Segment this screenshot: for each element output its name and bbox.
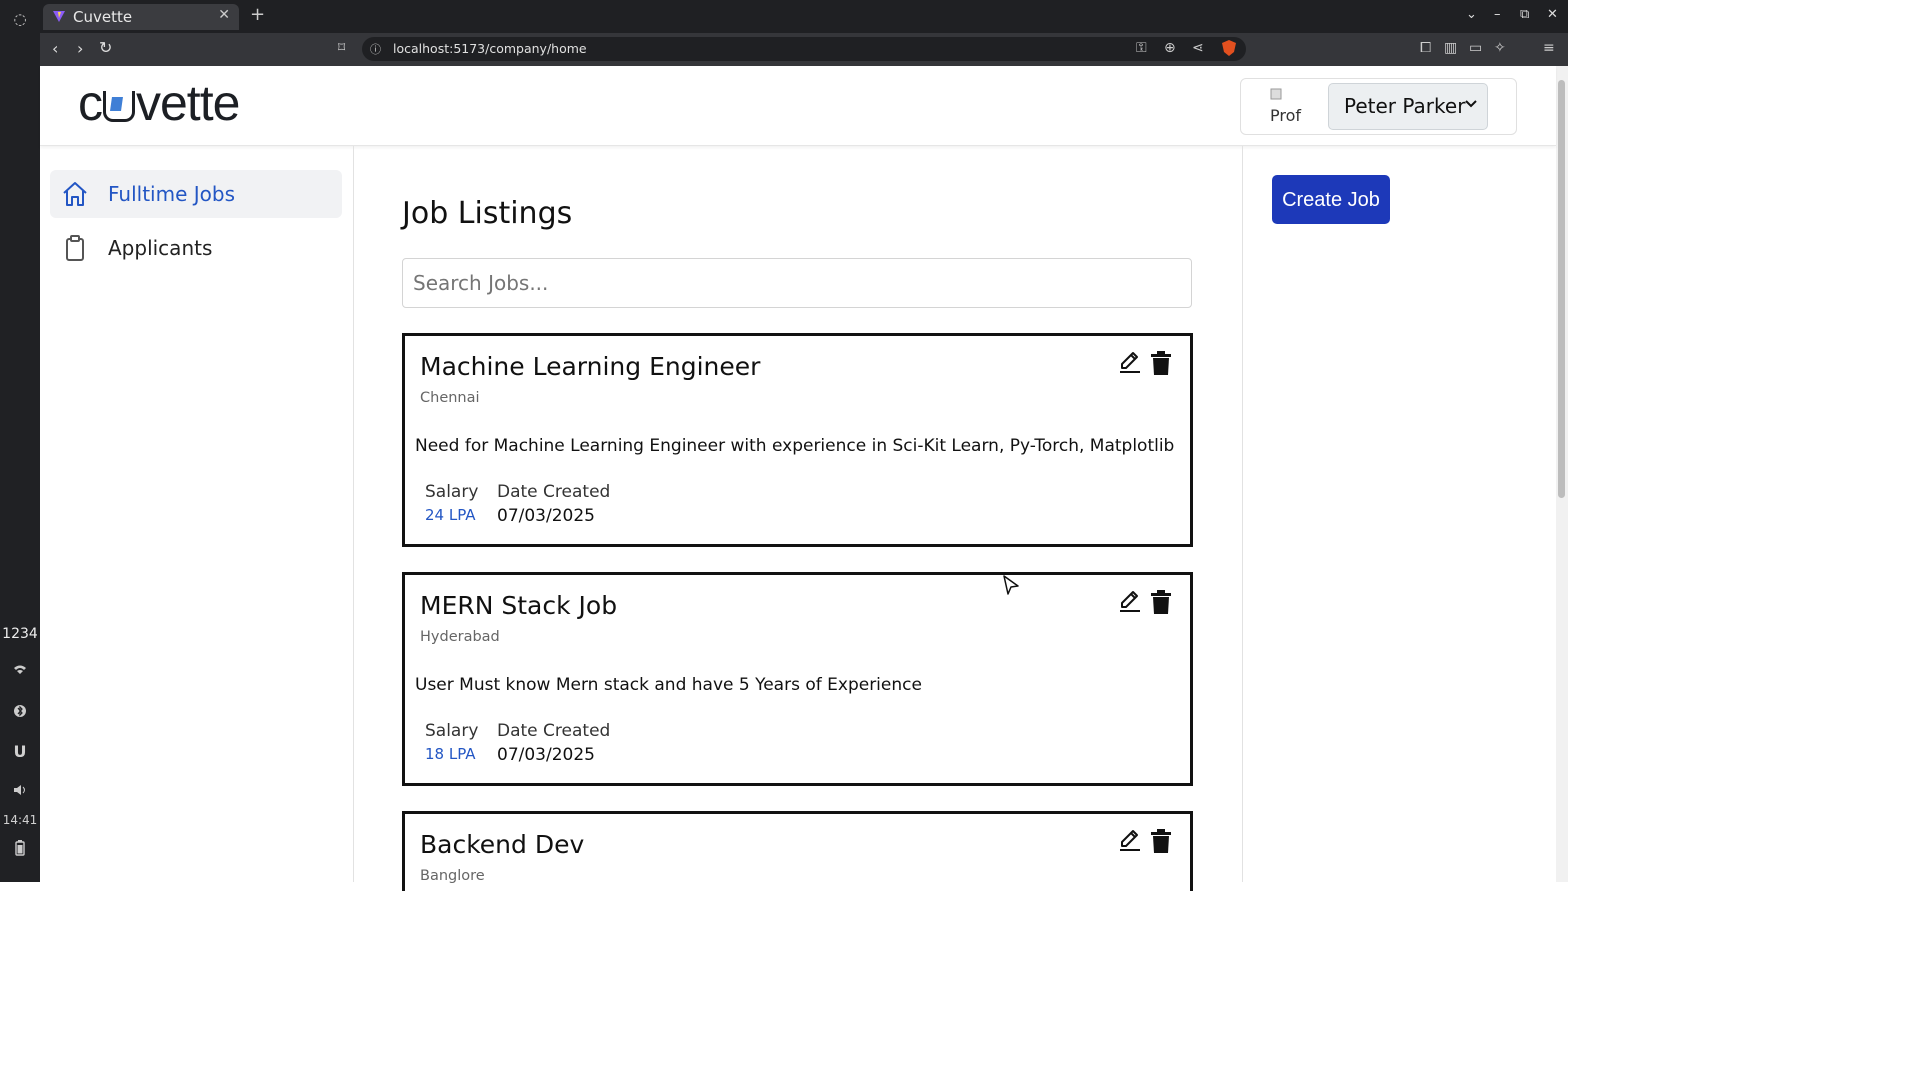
- page-title: Job Listings: [402, 196, 573, 231]
- wallet-icon[interactable]: ▭: [1469, 40, 1482, 56]
- job-title: Backend Dev: [420, 830, 585, 859]
- close-window-icon[interactable]: ✕: [1547, 7, 1558, 22]
- os-menu-icon[interactable]: ◌: [0, 10, 40, 28]
- extensions-icon[interactable]: ⧠: [1420, 40, 1431, 56]
- salary-value: 18 LPA: [425, 745, 476, 763]
- salary-label: Salary: [425, 721, 479, 741]
- date-label: Date Created: [497, 482, 611, 502]
- site-info-icon[interactable]: ⓘ: [370, 41, 381, 57]
- url-text[interactable]: localhost:5173/company/home: [393, 41, 587, 56]
- user-name: Peter Parker: [1344, 94, 1466, 118]
- leo-ai-icon[interactable]: ✧: [1494, 40, 1506, 56]
- job-card: Backend Dev Banglore: [402, 811, 1193, 891]
- home-icon: [63, 182, 87, 206]
- sidebar-item-label: Fulltime Jobs: [108, 182, 235, 206]
- vpn-icon[interactable]: U: [0, 742, 40, 761]
- chevron-down-icon: [1465, 96, 1477, 112]
- tab-title: Cuvette: [73, 8, 133, 26]
- forward-icon[interactable]: ›: [77, 39, 83, 58]
- sidebar-toggle-icon[interactable]: ▥: [1444, 40, 1457, 56]
- user-select[interactable]: Peter Parker: [1328, 83, 1488, 130]
- job-description: User Must know Mern stack and have 5 Yea…: [415, 675, 922, 695]
- edit-icon[interactable]: [1118, 350, 1142, 374]
- job-title: Machine Learning Engineer: [420, 352, 761, 381]
- vite-favicon-icon: [53, 11, 65, 22]
- restore-icon[interactable]: ⧉: [1520, 7, 1529, 22]
- scrollbar-thumb[interactable]: [1558, 80, 1565, 498]
- job-title: MERN Stack Job: [420, 591, 618, 620]
- trash-icon[interactable]: [1149, 589, 1173, 615]
- new-tab-icon[interactable]: +: [250, 4, 265, 25]
- salary-value: 24 LPA: [425, 506, 476, 524]
- back-icon[interactable]: ‹: [52, 39, 58, 58]
- brave-shield-icon[interactable]: [1222, 40, 1236, 60]
- os-taskbar: ◌ 1234 U 14:41: [0, 0, 40, 882]
- job-card: MERN Stack Job Hyderabad User Must know …: [402, 572, 1193, 786]
- cuvette-logo[interactable]: c vette: [78, 74, 240, 132]
- sidebar-item-label: Applicants: [108, 236, 213, 260]
- close-tab-icon[interactable]: ✕: [218, 7, 230, 23]
- search-input[interactable]: [402, 258, 1192, 308]
- clock: 14:41: [2, 813, 38, 827]
- right-panel: [1242, 146, 1557, 882]
- menu-icon[interactable]: ≡: [1543, 40, 1555, 56]
- edit-icon[interactable]: [1118, 589, 1142, 613]
- browser-tab[interactable]: Cuvette ✕: [43, 4, 239, 30]
- share-icon[interactable]: ⋖: [1192, 40, 1204, 56]
- reload-icon[interactable]: ↻: [99, 38, 112, 57]
- create-job-button[interactable]: Create Job: [1272, 175, 1390, 224]
- tab-list-icon[interactable]: ⌄: [1466, 7, 1477, 22]
- workspace-indicator[interactable]: 1234: [0, 626, 40, 642]
- bookmark-icon[interactable]: ⌑: [338, 40, 345, 56]
- job-location: Banglore: [420, 868, 485, 884]
- date-value: 07/03/2025: [497, 745, 595, 765]
- mouse-cursor-icon: [1003, 575, 1019, 595]
- job-location: Hyderabad: [420, 629, 500, 645]
- job-card: Machine Learning Engineer Chennai Need f…: [402, 333, 1193, 547]
- date-label: Date Created: [497, 721, 611, 741]
- avatar-alt-text: Prof: [1270, 106, 1302, 124]
- key-icon[interactable]: ⚿: [1136, 40, 1147, 56]
- zoom-icon[interactable]: ⊕: [1164, 40, 1176, 56]
- edit-icon[interactable]: [1118, 828, 1142, 852]
- avatar: Prof: [1268, 86, 1310, 124]
- sidebar-item-fulltime-jobs[interactable]: Fulltime Jobs: [50, 170, 342, 218]
- clipboard-icon: [66, 235, 84, 261]
- salary-label: Salary: [425, 482, 479, 502]
- sidebar-item-applicants[interactable]: Applicants: [50, 224, 342, 272]
- bluetooth-icon[interactable]: [0, 704, 40, 721]
- trash-icon[interactable]: [1149, 828, 1173, 854]
- job-description: Need for Machine Learning Engineer with …: [415, 436, 1175, 456]
- browser-tabstrip: [40, 0, 1568, 33]
- trash-icon[interactable]: [1149, 350, 1173, 376]
- wifi-icon[interactable]: [0, 664, 40, 679]
- battery-icon[interactable]: [0, 840, 40, 859]
- job-location: Chennai: [420, 390, 480, 406]
- date-value: 07/03/2025: [497, 506, 595, 526]
- minimize-icon[interactable]: –: [1494, 7, 1501, 22]
- volume-icon[interactable]: [0, 784, 40, 799]
